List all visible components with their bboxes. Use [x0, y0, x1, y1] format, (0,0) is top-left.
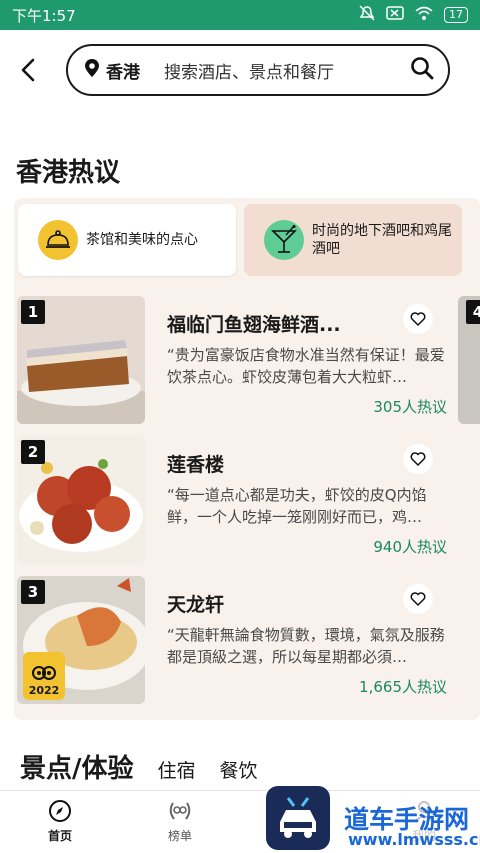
- restaurant-photo[interactable]: 3 2022: [17, 576, 145, 704]
- watermark-logo: [266, 786, 330, 850]
- rank-badge: 1: [21, 300, 45, 324]
- review-quote: “贵为富豪饭店食物水准当然有保证！最爱饮茶点心。虾饺皮薄包着大大粒虾…: [167, 346, 445, 386]
- rank-badge: 2: [21, 440, 45, 464]
- status-time: 下午1:57: [12, 6, 76, 25]
- tab-cocktail-bars[interactable]: 时尚的地下酒吧和鸡尾酒吧: [244, 204, 462, 276]
- rank-badge: 3: [21, 580, 45, 604]
- restaurant-card-peek[interactable]: 4: [458, 296, 480, 424]
- rank-badge: 4: [466, 300, 480, 324]
- topic-tabs: 茶馆和美味的点心 时尚的地下酒吧和鸡尾酒吧: [18, 204, 462, 276]
- discussion-count: 1,665人热议: [359, 678, 447, 696]
- restaurant-photo[interactable]: 1: [17, 296, 145, 424]
- category-hotels[interactable]: 住宿: [158, 756, 196, 783]
- restaurant-name[interactable]: 天龙轩: [167, 590, 367, 617]
- review-quote: “天龍軒無論食物質數，環境，氣氛及服務都是頂級之選，所以每星期都必須…: [167, 626, 445, 666]
- heart-icon: [410, 312, 426, 326]
- discussion-count: 305人热议: [373, 398, 447, 416]
- category-row: 景点/体验 住宿 餐饮: [20, 748, 258, 785]
- restaurant-name[interactable]: 莲香楼: [167, 450, 367, 477]
- compass-icon: [49, 800, 71, 822]
- category-attractions[interactable]: 景点/体验: [20, 748, 134, 785]
- category-dining[interactable]: 餐饮: [220, 756, 258, 783]
- location-label[interactable]: 香港: [106, 58, 140, 83]
- award-year: 2022: [28, 684, 60, 697]
- top-bar: 香港 搜索酒店、景点和餐厅: [0, 30, 480, 110]
- search-box[interactable]: 香港 搜索酒店、景点和餐厅: [66, 44, 450, 96]
- trending-panel: 茶馆和美味的点心 时尚的地下酒吧和鸡尾酒吧 1 福临门鱼翅海鲜酒... “贵为富…: [14, 198, 480, 720]
- restaurant-card[interactable]: 2 莲香楼 “每一道点心都是功夫，虾饺的皮Q内馅鲜，一个人吃掉一笼刚刚好而已，鸡…: [17, 436, 447, 564]
- section-title: 香港热议: [16, 158, 121, 188]
- battery-icon: 17: [444, 7, 468, 23]
- laurel-icon: [169, 802, 191, 820]
- owl-award-icon: [32, 666, 56, 680]
- nav-home[interactable]: 首页: [30, 799, 90, 844]
- restaurant-card[interactable]: 3 2022 天龙轩 “天龍軒無論食物質數，環境，氣氛及服務都是頂級之選，所以每…: [17, 576, 447, 704]
- back-button[interactable]: [0, 42, 56, 98]
- tab-label: 茶馆和美味的点心: [86, 232, 198, 248]
- review-quote: “每一道点心都是功夫，虾饺的皮Q内馅鲜，一个人吃掉一笼刚刚好而已，鸡…: [167, 486, 427, 526]
- restaurant-card[interactable]: 1 福临门鱼翅海鲜酒... “贵为富豪饭店食物水准当然有保证！最爱饮茶点心。虾饺…: [17, 296, 447, 424]
- back-arrow-icon: [21, 58, 35, 82]
- mute-icon: [358, 4, 376, 26]
- search-icon[interactable]: [410, 56, 434, 84]
- location-pin-icon: [84, 58, 100, 82]
- save-heart-button[interactable]: [403, 584, 433, 614]
- cocktail-icon: [264, 220, 304, 260]
- restaurant-photo[interactable]: 2: [17, 436, 145, 564]
- sim-icon: [386, 5, 404, 25]
- nav-label: 首页: [47, 829, 72, 843]
- wifi-icon: [414, 5, 434, 25]
- travelers-choice-badge: 2022: [23, 652, 65, 700]
- heart-icon: [410, 452, 426, 466]
- tab-dim-sum[interactable]: 茶馆和美味的点心: [18, 204, 236, 276]
- status-bar: 下午1:57 17: [0, 0, 480, 30]
- search-input[interactable]: 搜索酒店、景点和餐厅: [164, 58, 410, 83]
- discussion-count: 940人热议: [373, 538, 447, 556]
- nav-rankings[interactable]: 榜单: [150, 799, 210, 844]
- watermark-url: www.lmwsss.cn: [348, 830, 480, 849]
- save-heart-button[interactable]: [403, 444, 433, 474]
- nav-label: 榜单: [167, 829, 192, 843]
- tab-label: 时尚的地下酒吧和鸡尾酒吧: [312, 223, 452, 257]
- restaurant-name[interactable]: 福临门鱼翅海鲜酒...: [167, 310, 367, 337]
- save-heart-button[interactable]: [403, 304, 433, 334]
- heart-icon: [410, 592, 426, 606]
- cloche-icon: [38, 220, 78, 260]
